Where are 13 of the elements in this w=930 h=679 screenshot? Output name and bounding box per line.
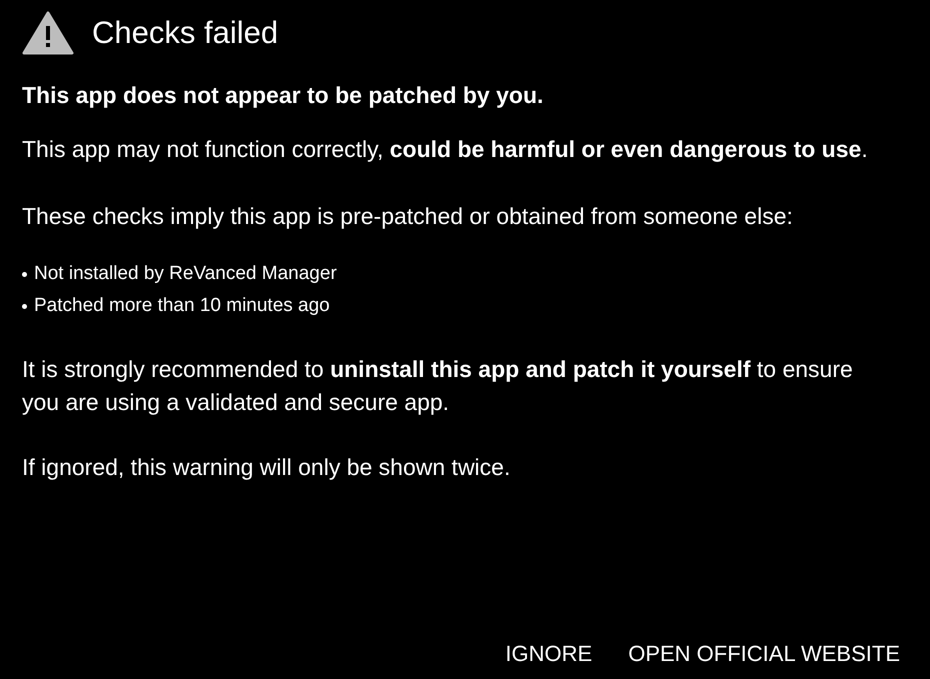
paragraph: It is strongly recommended to uninstall this app and patch it yourself to ensure you are using a validated and secure app. bbox=[22, 355, 854, 417]
reason-text: Not installed by ReVanced Manager bbox=[34, 263, 337, 285]
paragraph: This app may not function correctly, could be harmful or even dangerous to use. bbox=[22, 135, 869, 164]
reason-text: Patched more than 10 minutes ago bbox=[34, 295, 330, 317]
dialog-button[interactable]: IGNORE bbox=[497, 633, 600, 675]
dialog-title: Checks failed bbox=[92, 15, 278, 51]
bullet-icon bbox=[22, 304, 27, 308]
dialog-button[interactable]: OPEN OFFICIAL WEBSITE bbox=[620, 633, 908, 675]
paragraph: If ignored, this warning will only be shown twice. bbox=[22, 453, 512, 482]
dialog-subtitle: This app does not appear to be patched by you. bbox=[22, 82, 544, 109]
warning-icon bbox=[22, 11, 74, 55]
paragraph: These checks imply this app is pre-patched or obtained from someone else: bbox=[22, 202, 794, 231]
bullet-icon bbox=[22, 272, 27, 276]
